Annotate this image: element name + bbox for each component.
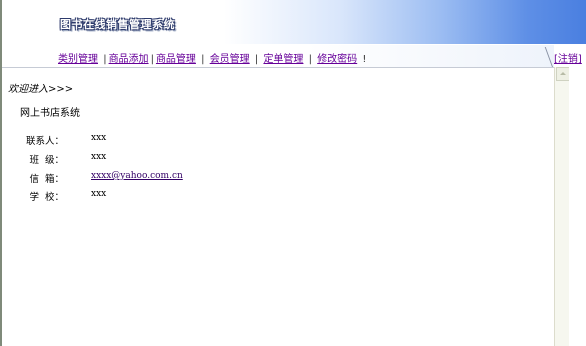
scroll-up-arrow-icon[interactable] bbox=[556, 67, 570, 81]
nav-trailing-mark: ! bbox=[362, 54, 367, 65]
info-row-class: 班 级： xxx bbox=[0, 152, 152, 166]
nav-link-product-management[interactable]: 商品管理 bbox=[156, 54, 196, 65]
info-row-contact: 联系人： xxx bbox=[0, 133, 152, 147]
info-value-school: xxx bbox=[91, 189, 107, 199]
info-row-school: 学 校： xxx bbox=[0, 189, 152, 203]
nav-separator: | bbox=[201, 54, 205, 65]
nav-separator: | bbox=[308, 54, 312, 65]
info-label-email: 信 箱： bbox=[29, 174, 64, 185]
nav-link-change-password[interactable]: 修改密码 bbox=[317, 54, 357, 65]
app-title: 图书在线销售管理系统 bbox=[60, 18, 175, 31]
logout-link[interactable]: [注销] bbox=[554, 50, 582, 65]
nav-separator: | bbox=[150, 54, 154, 65]
info-label-class: 班 级： bbox=[29, 155, 64, 166]
info-value-contact: xxx bbox=[91, 133, 107, 143]
nav-separator: | bbox=[103, 54, 107, 65]
nav-bar: 类别管理 | 商品添加 | 商品管理 | 会员管理 | 定单管理 | 修改密码 ! bbox=[2, 45, 554, 68]
info-row-email: 信 箱： xxxx@yahoo.com.cn bbox=[0, 171, 200, 185]
vertical-scrollbar[interactable] bbox=[554, 67, 570, 346]
nav-menu: 类别管理 | 商品添加 | 商品管理 | 会员管理 | 定单管理 | 修改密码 ! bbox=[58, 50, 368, 65]
info-value-class: xxx bbox=[91, 152, 107, 162]
nav-link-member-management[interactable]: 会员管理 bbox=[210, 54, 250, 65]
nav-link-order-management[interactable]: 定单管理 bbox=[263, 54, 303, 65]
system-name: 网上书店系统 bbox=[20, 108, 80, 119]
welcome-text: 欢迎进入>>> bbox=[8, 84, 74, 95]
nav-link-category[interactable]: 类别管理 bbox=[58, 54, 98, 65]
header-banner: 图书在线销售管理系统 bbox=[2, 0, 586, 44]
email-link[interactable]: xxxx@yahoo.com.cn bbox=[91, 171, 183, 181]
nav-separator: | bbox=[254, 54, 259, 65]
info-label-school: 学 校： bbox=[29, 192, 64, 203]
nav-link-add-product[interactable]: 商品添加 bbox=[109, 54, 149, 65]
info-label-contact: 联系人： bbox=[25, 136, 64, 147]
right-margin bbox=[569, 67, 586, 346]
logout-tab: [注销] bbox=[544, 45, 586, 67]
